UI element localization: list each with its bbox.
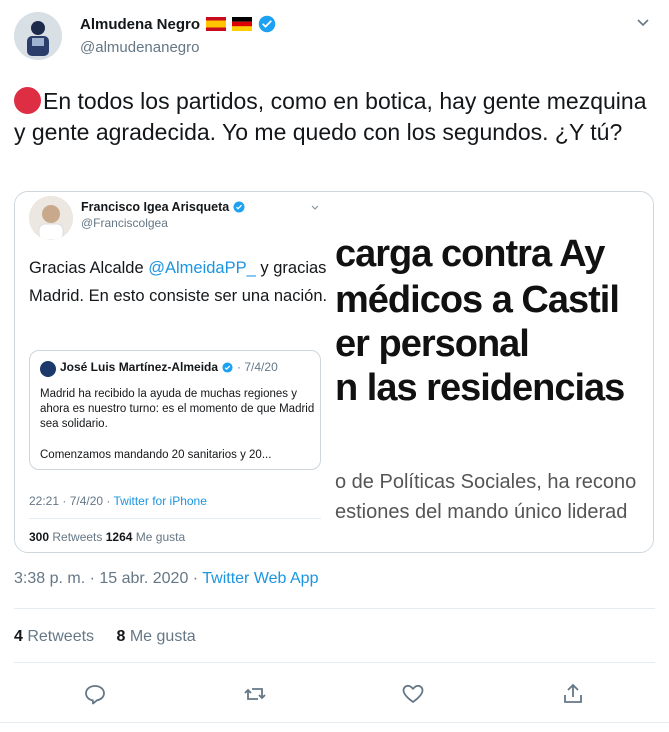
retweets-stat[interactable]: 4 Retweets [14,628,94,645]
quoted-name: Francisco Igea Arisqueta [81,200,230,214]
retweets-label[interactable]: Retweets [23,628,94,645]
nested-avatar [40,361,56,377]
verified-badge-icon [258,15,276,33]
quoted-meta: 22:21 · 7/4/20 · Twitter for iPhone [29,494,207,508]
quoted-app: Twitter for iPhone [113,494,207,508]
retweet-icon[interactable] [243,682,267,706]
likes-stat[interactable]: 8 Me gusta [117,628,196,645]
quoted-likes-label: Me gusta [132,530,186,544]
divider [14,662,655,663]
nested-name-row: José Luis Martínez-Almeida · 7/4/20 [60,360,278,374]
headline-line-3: er personal [335,323,530,365]
subline-1: o de Políticas Sociales, ha recono [335,471,637,493]
nested-text-continued: Comenzamos mandando 20 sanitarios y 20..… [40,449,272,461]
nested-date: · 7/4/20 [237,360,278,374]
verified-badge-icon [222,361,233,373]
tweet-body: En todos los partidos, como en botica, h… [14,88,647,145]
divider [29,518,321,519]
headline-line-4: n las residencias [335,367,625,409]
quoted-text-part1: Gracias Alcalde [29,259,149,277]
verified-badge-icon [233,201,245,213]
reply-icon[interactable] [83,682,107,706]
spain-flag-icon [206,17,227,31]
like-heart-icon[interactable] [401,682,425,706]
mention-link: @AlmeidaPP_ [148,259,256,277]
quoted-avatar [29,196,73,240]
quoted-tweet-screenshot: Francisco Igea Arisqueta @Franciscolgea … [15,192,335,552]
timestamp-time[interactable]: 3:38 p. m. · 15 abr. 2020 · [14,570,202,587]
likes-label[interactable]: Me gusta [125,628,196,645]
divider [14,608,655,609]
source-app-link[interactable]: Twitter Web App [202,570,318,587]
headline-line-2: médicos a Castil [335,279,620,321]
author-handle[interactable]: @almudenanegro [80,39,199,56]
news-screenshot: carga contra Ay médicos a Castil er pers… [335,192,653,552]
headline-line-1: carga contra Ay [335,233,605,275]
nested-text: Madrid ha recibido la ayuda de muchas re… [40,388,315,430]
quoted-time: 22:21 · 7/4/20 · [29,494,114,508]
tweet-media-image[interactable]: Francisco Igea Arisqueta @Franciscolgea … [14,191,654,553]
tweet-stats: 4 Retweets 8 Me gusta [14,628,196,646]
author-name-row[interactable]: Almudena Negro [80,15,276,33]
quoted-text: Gracias Alcalde @AlmeidaPP_ y gracias Ma… [29,254,329,310]
nested-name: José Luis Martínez-Almeida [60,360,219,374]
quoted-stats: 300 Retweets 1264 Me gusta [29,530,185,544]
tweet-timestamp[interactable]: 3:38 p. m. · 15 abr. 2020 · Twitter Web … [14,570,318,588]
author-name[interactable]: Almudena Negro [80,16,200,33]
divider [0,722,669,723]
quoted-likes-count: 1264 [105,530,133,544]
red-circle-icon [14,87,41,114]
share-icon[interactable] [561,682,585,706]
quoted-retweets-label: Retweets [49,530,106,544]
chevron-down-icon [311,205,319,210]
author-avatar[interactable] [14,12,62,60]
tweet-text: En todos los partidos, como en botica, h… [14,86,654,148]
subline-2: estiones del mando único liderad [335,501,628,523]
chevron-down-icon[interactable] [635,14,651,30]
nested-quoted-tweet: José Luis Martínez-Almeida · 7/4/20 Madr… [29,350,321,470]
retweets-count[interactable]: 4 [14,628,23,645]
quoted-handle: @Franciscolgea [81,216,168,230]
germany-flag-icon [232,17,253,31]
quoted-name-row: Francisco Igea Arisqueta [81,200,245,214]
quoted-retweets-count: 300 [29,530,50,544]
